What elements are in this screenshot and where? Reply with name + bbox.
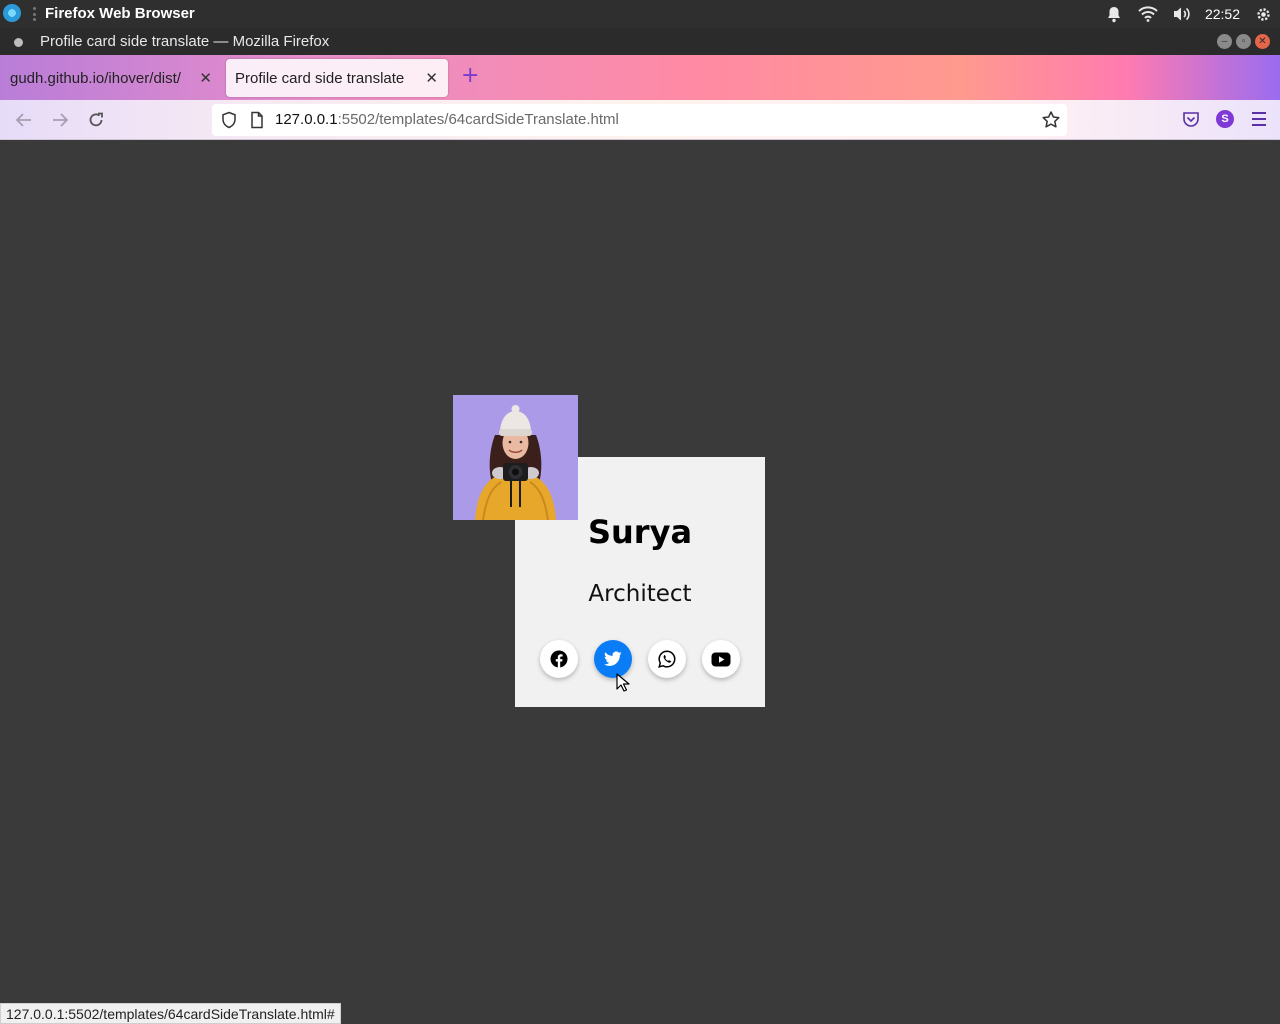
bell-icon[interactable] <box>1103 3 1125 25</box>
profile-role: Architect <box>588 581 692 607</box>
url-text[interactable]: 127.0.0.1:5502/templates/64cardSideTrans… <box>275 111 619 128</box>
mouse-pointer-icon <box>616 673 630 692</box>
window-title: Profile card side translate — Mozilla Fi… <box>40 33 330 50</box>
navigation-toolbar: 127.0.0.1:5502/templates/64cardSideTrans… <box>0 100 1280 140</box>
profile-photo <box>453 395 578 520</box>
window-controls: – ▫ ✕ <box>1217 34 1270 49</box>
wifi-icon[interactable] <box>1137 3 1159 25</box>
social-links <box>540 640 740 678</box>
url-path: :5502/templates/64cardSideTranslate.html <box>337 111 619 128</box>
back-arrow-icon[interactable] <box>13 109 35 131</box>
system-tray: 22:52 <box>1091 0 1280 28</box>
close-tab-icon[interactable]: ✕ <box>199 69 212 87</box>
tab-profile-card[interactable]: Profile card side translate ✕ <box>226 59 448 97</box>
minimize-button[interactable]: – <box>1217 34 1232 49</box>
link-status-bar: 127.0.0.1:5502/templates/64cardSideTrans… <box>0 1003 341 1024</box>
shield-icon[interactable] <box>220 111 238 129</box>
account-avatar[interactable]: S <box>1216 110 1234 128</box>
toolbar-right: S <box>1180 108 1270 130</box>
pocket-icon[interactable] <box>1180 108 1202 130</box>
tab-label: Profile card side translate <box>235 69 405 87</box>
os-top-bar: Firefox Web Browser 22:52 <box>0 0 1280 28</box>
url-host: 127.0.0.1 <box>275 111 338 128</box>
window-menu-dot-icon[interactable] <box>14 38 23 47</box>
tab-strip: gudh.github.io/ihover/dist/ ✕ Profile ca… <box>0 55 1280 100</box>
menu-hamburger-icon[interactable] <box>1248 108 1270 130</box>
woman-with-camera-image <box>453 395 578 520</box>
bookmark-star-icon[interactable] <box>1041 110 1061 130</box>
reload-icon[interactable] <box>85 109 107 131</box>
url-bar[interactable]: 127.0.0.1:5502/templates/64cardSideTrans… <box>212 104 1067 136</box>
close-tab-icon[interactable]: ✕ <box>425 69 438 87</box>
os-app-name[interactable]: Firefox Web Browser <box>45 5 195 22</box>
tab-label: gudh.github.io/ihover/dist/ <box>10 69 181 87</box>
facebook-icon <box>550 650 568 668</box>
maximize-button[interactable]: ▫ <box>1236 34 1251 49</box>
close-window-button[interactable]: ✕ <box>1255 34 1270 49</box>
clock[interactable]: 22:52 <box>1205 6 1240 22</box>
app-menu-dots-icon[interactable] <box>33 7 36 21</box>
page-icon[interactable] <box>248 111 266 129</box>
volume-icon[interactable] <box>1171 3 1193 25</box>
forward-arrow-icon[interactable] <box>49 109 71 131</box>
whatsapp-link[interactable] <box>648 640 686 678</box>
window-title-bar: Profile card side translate — Mozilla Fi… <box>0 28 1280 55</box>
new-tab-plus-icon[interactable]: + <box>461 65 479 87</box>
facebook-link[interactable] <box>540 640 578 678</box>
twitter-icon <box>604 651 622 666</box>
tab-ihover[interactable]: gudh.github.io/ihover/dist/ ✕ <box>0 59 222 97</box>
youtube-link[interactable] <box>702 640 740 678</box>
whatsapp-icon <box>658 650 676 668</box>
settings-gear-icon[interactable] <box>1252 3 1274 25</box>
page-viewport: Surya Architect <box>0 141 1280 1001</box>
firefox-app-icon[interactable] <box>3 4 21 22</box>
youtube-icon <box>711 652 731 666</box>
